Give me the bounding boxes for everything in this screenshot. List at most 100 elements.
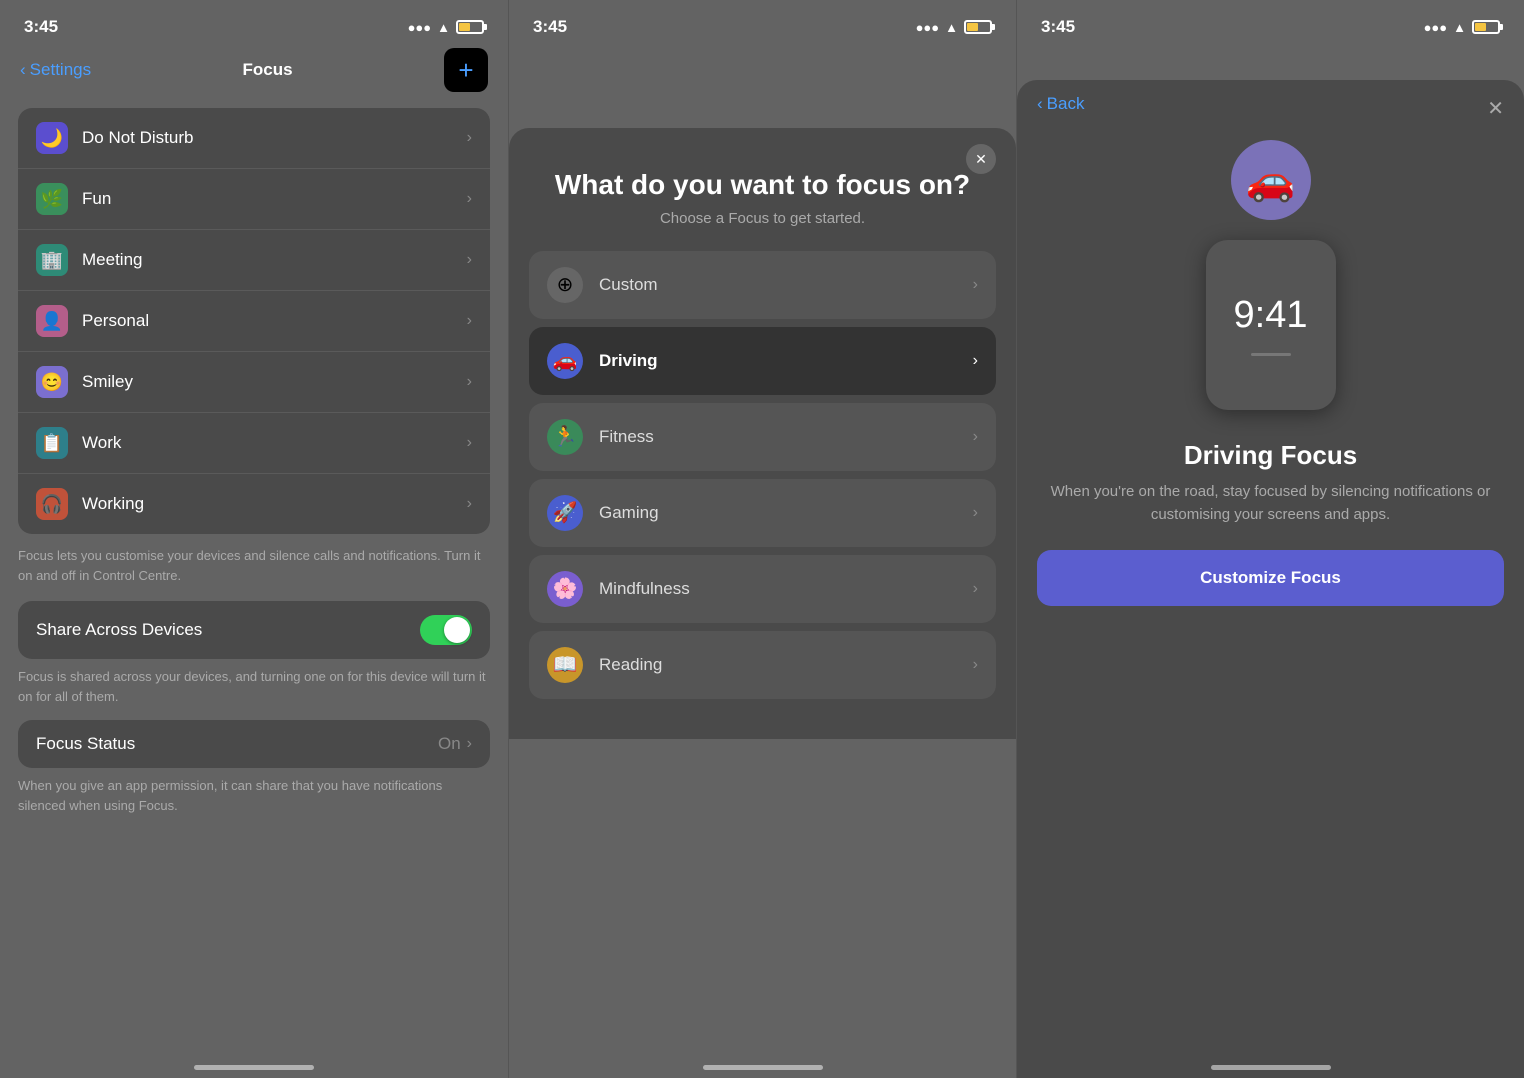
signal-icon-2: ●●● [916,20,940,35]
status-icons-1: ●●● ▲ [408,20,484,35]
driving-focus-sheet: ‹ Back ✕ 🚗 9:41 Driving Focus When you'r… [1017,80,1524,1078]
do-not-disturb-icon: 🌙 [36,122,68,154]
share-toggle[interactable] [420,615,472,645]
close-button-2[interactable]: ✕ [966,144,996,174]
status-bar-1: 3:45 ●●● ▲ [0,0,508,48]
custom-label: Custom [599,275,973,295]
mindfulness-icon: 🌸 [547,571,583,607]
chevron-right-icon: › [467,434,472,452]
status-time-3: 3:45 [1041,17,1075,37]
focus-status-row[interactable]: Focus Status On › [18,720,490,768]
status-bar-2: 3:45 ●●● ▲ [509,0,1016,48]
chevron-left-icon-1: ‹ [20,60,26,80]
focus-item-personal[interactable]: 👤 Personal › [18,291,490,352]
chevron-right-icon: › [467,190,472,208]
fun-label: Fun [82,189,467,209]
driving-chevron: › [973,352,978,370]
chevron-right-icon: › [467,495,472,513]
wifi-icon-2: ▲ [945,20,958,35]
focus-item-smiley[interactable]: 😊 Smiley › [18,352,490,413]
focus-options-list: ⊕ Custom › 🚗 Driving › 🏃 Fitness › 🚀 Gam… [509,251,1016,699]
personal-label: Personal [82,311,467,331]
battery-icon-1 [456,20,484,34]
focus-list: 🌙 Do Not Disturb › 🌿 Fun › 🏢 Meeting › 👤… [18,108,490,534]
work-label: Work [82,433,467,453]
back-label-3: Back [1047,94,1085,114]
option-reading[interactable]: 📖 Reading › [529,631,996,699]
option-fitness[interactable]: 🏃 Fitness › [529,403,996,471]
meeting-label: Meeting [82,250,467,270]
custom-icon: ⊕ [547,267,583,303]
share-description: Focus is shared across your devices, and… [18,667,490,706]
customize-focus-button[interactable]: Customize Focus [1037,550,1504,606]
working-label: Working [82,494,467,514]
close-icon-2: ✕ [975,151,987,168]
gaming-icon: 🚀 [547,495,583,531]
focus-status-label: Focus Status [36,734,438,754]
share-across-label: Share Across Devices [36,620,420,640]
work-icon: 📋 [36,427,68,459]
focus-status-chevron: › [467,735,472,753]
share-across-section: Share Across Devices [18,601,490,659]
focus-item-do-not-disturb[interactable]: 🌙 Do Not Disturb › [18,108,490,169]
fun-icon: 🌿 [36,183,68,215]
chevron-right-icon: › [467,129,472,147]
home-indicator-3 [1211,1065,1331,1070]
driving-focus-title: Driving Focus [1184,440,1357,471]
page-title-1: Focus [243,60,293,80]
focus-item-work[interactable]: 📋 Work › [18,413,490,474]
focus-choice-subtitle: Choose a Focus to get started. [509,210,1016,251]
battery-fill-1 [459,23,470,31]
chevron-left-icon-3: ‹ [1037,94,1043,114]
status-time-2: 3:45 [533,17,567,37]
close-button-3[interactable]: ✕ [1487,96,1504,121]
fitness-chevron: › [973,428,978,446]
focus-status-description: When you give an app permission, it can … [18,776,490,815]
chevron-right-icon: › [467,312,472,330]
option-gaming[interactable]: 🚀 Gaming › [529,479,996,547]
option-driving[interactable]: 🚗 Driving › [529,327,996,395]
focus-choice-sheet: ✕ What do you want to focus on? Choose a… [509,128,1016,739]
focus-choice-title: What do you want to focus on? [509,148,1016,210]
battery-icon-2 [964,20,992,34]
gaming-chevron: › [973,504,978,522]
option-mindfulness[interactable]: 🌸 Mindfulness › [529,555,996,623]
driving-label: Driving [599,351,973,371]
signal-icon-1: ●●● [408,20,432,35]
mindfulness-label: Mindfulness [599,579,973,599]
chevron-right-icon: › [467,373,472,391]
back-button-3[interactable]: ‹ Back [1037,94,1084,114]
phone-time: 9:41 [1234,294,1308,337]
panel-driving-focus: 3:45 ●●● ▲ ‹ Back ✕ 🚗 9:41 Driving Focus… [1016,0,1524,1078]
panel-focus-choice: 3:45 ●●● ▲ ✕ What do you want to focus o… [508,0,1016,1078]
option-custom[interactable]: ⊕ Custom › [529,251,996,319]
home-indicator-1 [194,1065,314,1070]
battery-fill-3 [1475,23,1486,31]
back-button-1[interactable]: ‹ Settings [20,60,91,80]
add-icon: + [458,55,473,86]
focus-item-fun[interactable]: 🌿 Fun › [18,169,490,230]
fitness-label: Fitness [599,427,973,447]
driving-icon: 🚗 [547,343,583,379]
car-icon-large: 🚗 [1231,140,1311,220]
add-button[interactable]: + [444,48,488,92]
panel-focus-settings: 3:45 ●●● ▲ ‹ Settings Focus + 🌙 Do Not D… [0,0,508,1078]
do-not-disturb-label: Do Not Disturb [82,128,467,148]
nav-bar-1: ‹ Settings Focus + [0,48,508,100]
phone-mockup: 9:41 [1206,240,1336,410]
wifi-icon-3: ▲ [1453,20,1466,35]
focus-item-meeting[interactable]: 🏢 Meeting › [18,230,490,291]
share-across-row[interactable]: Share Across Devices [18,601,490,659]
status-bar-3: 3:45 ●●● ▲ [1017,0,1524,48]
status-icons-3: ●●● ▲ [1424,20,1500,35]
status-time-1: 3:45 [24,17,58,37]
battery-icon-3 [1472,20,1500,34]
focus-status-value: On [438,734,461,754]
fitness-icon: 🏃 [547,419,583,455]
focus-item-working[interactable]: 🎧 Working › [18,474,490,534]
smiley-label: Smiley [82,372,467,392]
reading-icon: 📖 [547,647,583,683]
toggle-knob [444,617,470,643]
personal-icon: 👤 [36,305,68,337]
focus-description: Focus lets you customise your devices an… [18,546,490,585]
